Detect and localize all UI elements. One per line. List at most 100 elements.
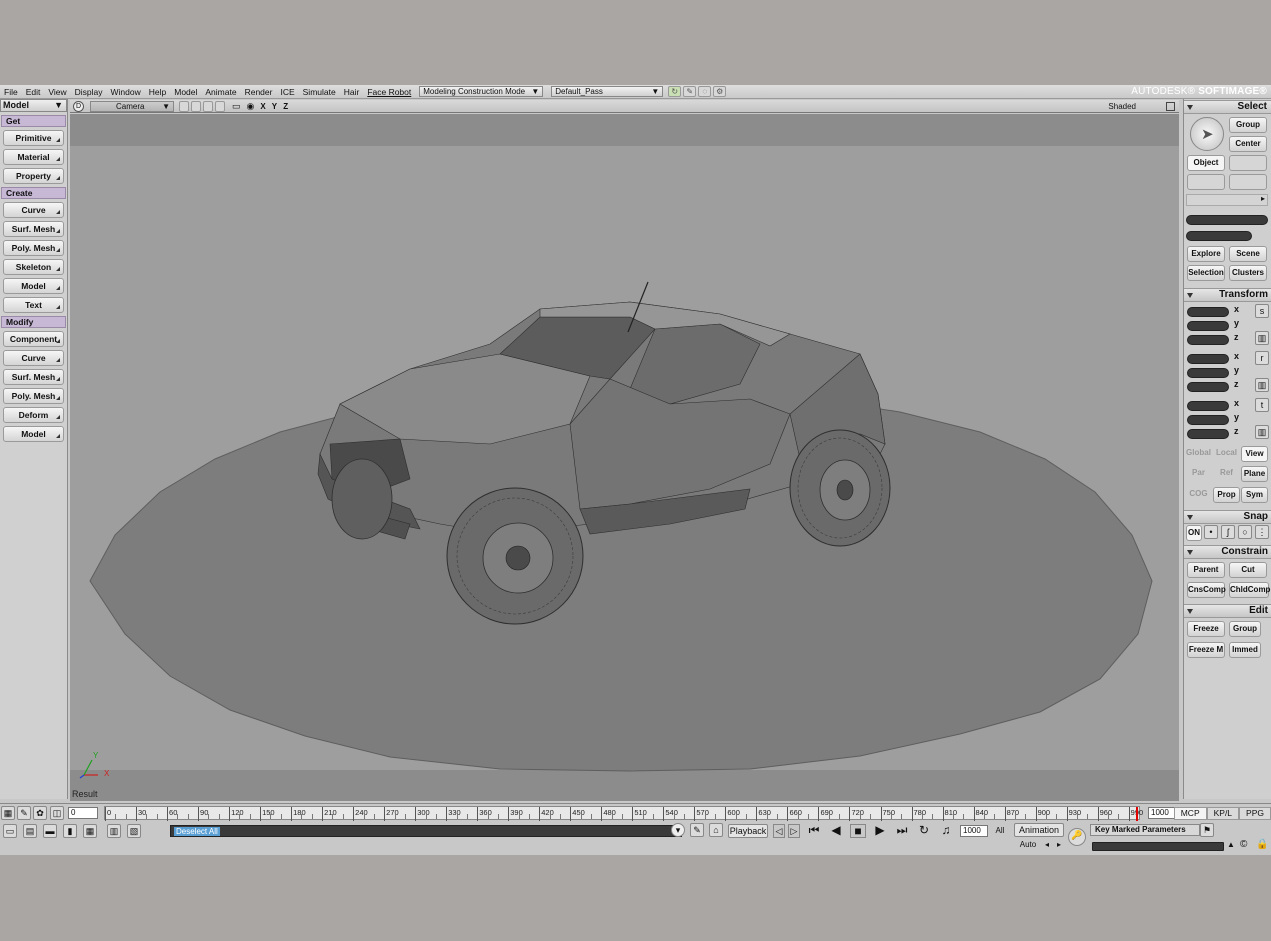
construction-mode-dropdown[interactable]: Modeling Construction Mode ▼ [419, 86, 544, 97]
prop-button[interactable]: Prop [1213, 487, 1240, 503]
next-keyframe-icon[interactable]: ▸ [1054, 839, 1064, 853]
panel-icon[interactable]: ◫ [50, 806, 64, 820]
select-blank-button-2[interactable] [1187, 174, 1225, 190]
layout-7-icon[interactable]: ▧ [127, 824, 141, 838]
select-blank-button-1[interactable] [1229, 155, 1267, 171]
snap-section-header[interactable]: Snap [1184, 510, 1271, 524]
chldcomp-button[interactable]: ChldComp [1229, 582, 1270, 598]
select-tool-button[interactable]: ➤ [1190, 117, 1224, 151]
snap-on-toggle[interactable]: ON [1186, 525, 1202, 541]
rotate-tool-icon[interactable]: r [1255, 351, 1269, 365]
key-set-icon[interactable]: ⚑ [1200, 823, 1214, 837]
go-end-icon[interactable]: ⏭ [894, 824, 910, 838]
rotate-lock-icon[interactable]: ▥ [1255, 378, 1269, 392]
eye-icon[interactable]: ◉ [247, 101, 255, 112]
global-button[interactable]: Global [1185, 446, 1212, 462]
get-property-button[interactable]: Property [3, 168, 64, 184]
playback-button[interactable]: Playback [728, 824, 768, 838]
loop-icon[interactable]: ↻ [916, 824, 932, 838]
selection-filter-field[interactable] [1186, 231, 1252, 241]
layout-4-icon[interactable]: ▮ [63, 824, 77, 838]
modify-poly-mesh-button[interactable]: Poly. Mesh [3, 388, 64, 404]
start-frame-field[interactable]: 0 [68, 807, 98, 819]
scale-tool-icon[interactable]: s [1255, 304, 1269, 318]
scale-x-field[interactable] [1187, 307, 1229, 317]
viewport-option-2-icon[interactable] [191, 100, 201, 112]
module-selector[interactable]: Model ▼ [0, 99, 67, 112]
scene-button[interactable]: Scene [1229, 246, 1267, 262]
layout-icon[interactable]: ▦ [1, 806, 15, 820]
edit-section-header[interactable]: Edit [1184, 604, 1271, 618]
snap-grid-icon[interactable]: ⋮ [1255, 525, 1269, 539]
key-icon[interactable]: 🔑 [1068, 828, 1086, 846]
prev-key-icon[interactable]: ◁ [773, 824, 785, 838]
select-blank-button-3[interactable] [1229, 174, 1267, 190]
layout-2-icon[interactable]: ▤ [23, 824, 37, 838]
snap-surface-icon[interactable]: ○ [1238, 525, 1252, 539]
immed-button[interactable]: Immed [1229, 642, 1261, 658]
ref-button[interactable]: Ref [1213, 466, 1240, 482]
audio-icon[interactable]: ♫ [938, 824, 954, 838]
menu-window[interactable]: Window [107, 87, 145, 97]
parent-button[interactable]: Parent [1187, 562, 1225, 578]
clusters-button[interactable]: Clusters [1229, 265, 1267, 281]
menu-display[interactable]: Display [71, 87, 107, 97]
layout-6-icon[interactable]: ▥ [107, 824, 121, 838]
explore-button[interactable]: Explore [1187, 246, 1225, 262]
menu-animate[interactable]: Animate [201, 87, 240, 97]
render-pass-dropdown[interactable]: Default_Pass ▼ [551, 86, 664, 97]
menu-face-robot[interactable]: Face Robot [363, 87, 415, 97]
key-marked-parameters-button[interactable]: Key Marked Parameters [1090, 824, 1200, 836]
viewport-option-4-icon[interactable] [215, 100, 225, 112]
rotate-y-field[interactable] [1187, 368, 1229, 378]
get-primitive-button[interactable]: Primitive [3, 130, 64, 146]
stop-icon[interactable]: ■ [850, 824, 866, 838]
camera-icon[interactable]: ▭ [232, 101, 241, 112]
cog-button[interactable]: COG [1185, 487, 1212, 503]
layout-3-icon[interactable]: ▬ [43, 824, 57, 838]
3d-viewport[interactable]: Y X Result [70, 114, 1179, 801]
rotate-x-field[interactable] [1187, 354, 1229, 364]
menu-view[interactable]: View [44, 87, 70, 97]
modify-curve-button[interactable]: Curve [3, 350, 64, 366]
plane-button[interactable]: Plane [1241, 466, 1268, 482]
next-key-icon[interactable]: ▷ [788, 824, 800, 838]
cut-button[interactable]: Cut [1229, 562, 1267, 578]
refresh-icon[interactable]: ↻ [668, 86, 682, 97]
local-button[interactable]: Local [1213, 446, 1240, 462]
transform-section-header[interactable]: Transform [1184, 288, 1271, 302]
modify-deform-button[interactable]: Deform [3, 407, 64, 423]
select-filter-dropdown[interactable]: ▸ [1186, 194, 1268, 206]
menu-simulate[interactable]: Simulate [299, 87, 340, 97]
tab-kp-l[interactable]: KP/L [1206, 807, 1240, 820]
pass-options-icon[interactable]: ⚙ [713, 86, 727, 97]
selection-button[interactable]: Selection [1187, 265, 1225, 281]
all-button[interactable]: All [990, 825, 1010, 839]
playhead-marker[interactable] [1136, 807, 1138, 821]
sym-button[interactable]: Sym [1241, 487, 1268, 503]
render-region-icon[interactable]: ✿ [33, 806, 47, 820]
constrain-section-header[interactable]: Constrain [1184, 545, 1271, 559]
freeze-m-button[interactable]: Freeze M [1187, 642, 1225, 658]
layout-5-icon[interactable]: ▦ [83, 824, 97, 838]
viewport-option-1-icon[interactable] [179, 100, 189, 112]
select-section-header[interactable]: Select [1184, 100, 1271, 114]
timeline-ruler[interactable]: 0 30 60 90 120 150 180 210 240 270 300 330 360 390 420… [104, 806, 1143, 821]
par-button[interactable]: Par [1185, 466, 1212, 482]
go-start-icon[interactable]: ⏮ [806, 824, 822, 838]
chevron-down-icon[interactable]: ▾ [671, 823, 685, 837]
viewport-option-3-icon[interactable] [203, 100, 213, 112]
chevron-up-icon[interactable]: ▲ [1227, 840, 1235, 849]
create-model-button[interactable]: Model [3, 278, 64, 294]
menu-model[interactable]: Model [170, 87, 201, 97]
select-group-button[interactable]: Group [1229, 117, 1267, 133]
play-icon[interactable]: ▶ [872, 824, 888, 838]
modify-component-button[interactable]: Component [3, 331, 64, 347]
modify-model-button[interactable]: Model [3, 426, 64, 442]
tab-mcp[interactable]: MCP [1173, 807, 1207, 820]
snap-point-icon[interactable]: • [1204, 525, 1218, 539]
translate-x-field[interactable] [1187, 401, 1229, 411]
translate-z-field[interactable] [1187, 429, 1229, 439]
menu-hair[interactable]: Hair [340, 87, 364, 97]
tools-icon[interactable]: ✎ [17, 806, 31, 820]
